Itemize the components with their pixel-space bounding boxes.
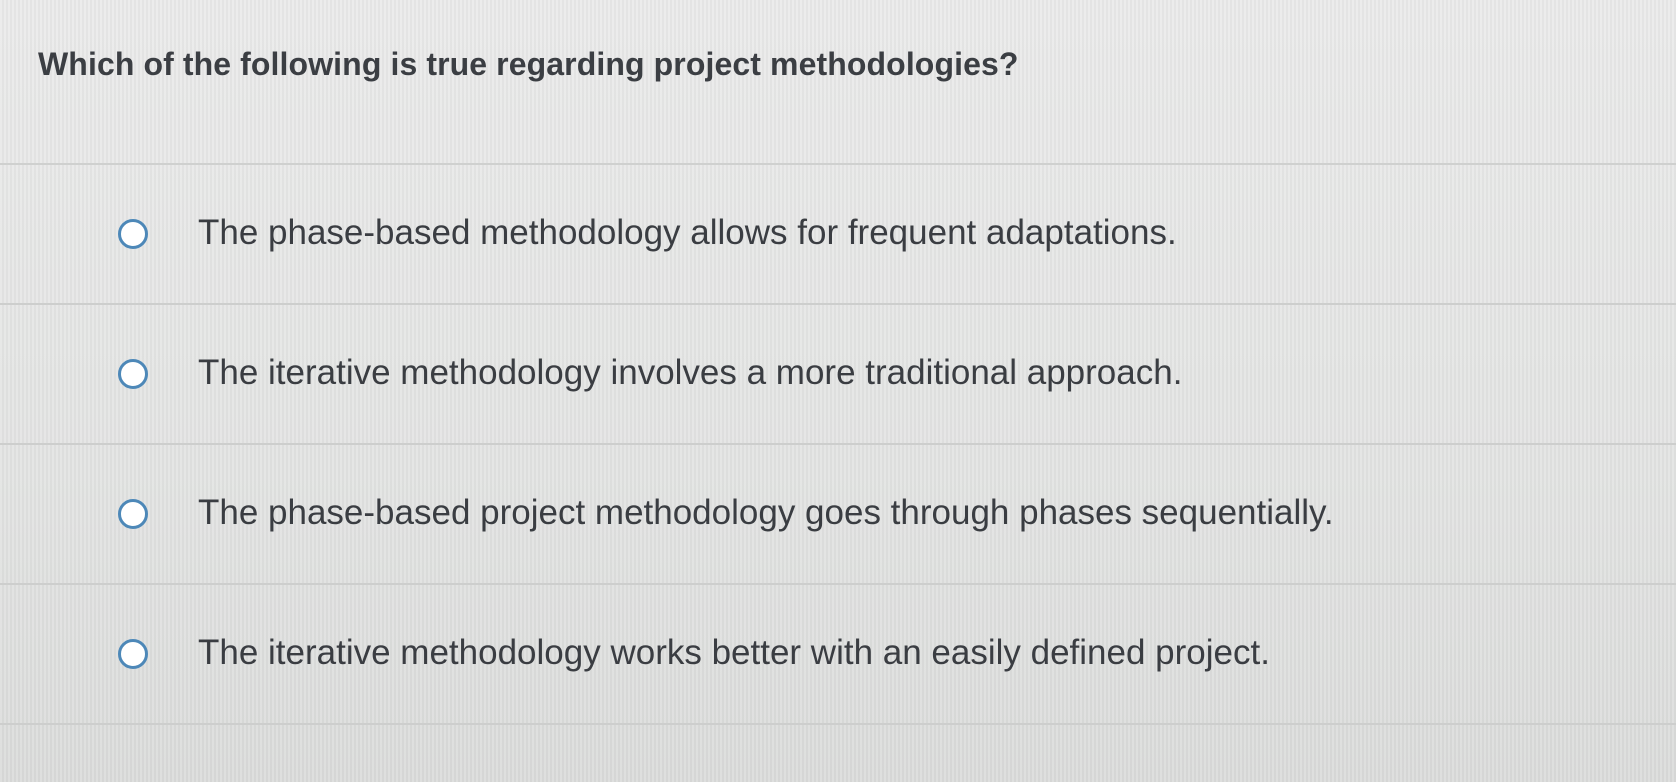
question-text: Which of the following is true regarding… — [38, 46, 1019, 82]
answer-option-label: The phase-based methodology allows for f… — [198, 213, 1177, 252]
answer-option-label: The iterative methodology works better w… — [198, 633, 1270, 672]
question-header: Which of the following is true regarding… — [0, 0, 1676, 165]
answer-option-2[interactable]: The iterative methodology involves a mor… — [0, 305, 1676, 445]
answer-option-1[interactable]: The phase-based methodology allows for f… — [0, 165, 1676, 305]
answer-choices: The phase-based methodology allows for f… — [0, 165, 1676, 725]
radio-button-icon[interactable] — [118, 219, 148, 249]
radio-button-icon[interactable] — [118, 359, 148, 389]
answer-option-3[interactable]: The phase-based project methodology goes… — [0, 445, 1676, 585]
answer-option-4[interactable]: The iterative methodology works better w… — [0, 585, 1676, 725]
answer-option-label: The iterative methodology involves a mor… — [198, 353, 1183, 392]
answer-option-label: The phase-based project methodology goes… — [198, 493, 1334, 532]
radio-button-icon[interactable] — [118, 639, 148, 669]
radio-button-icon[interactable] — [118, 499, 148, 529]
